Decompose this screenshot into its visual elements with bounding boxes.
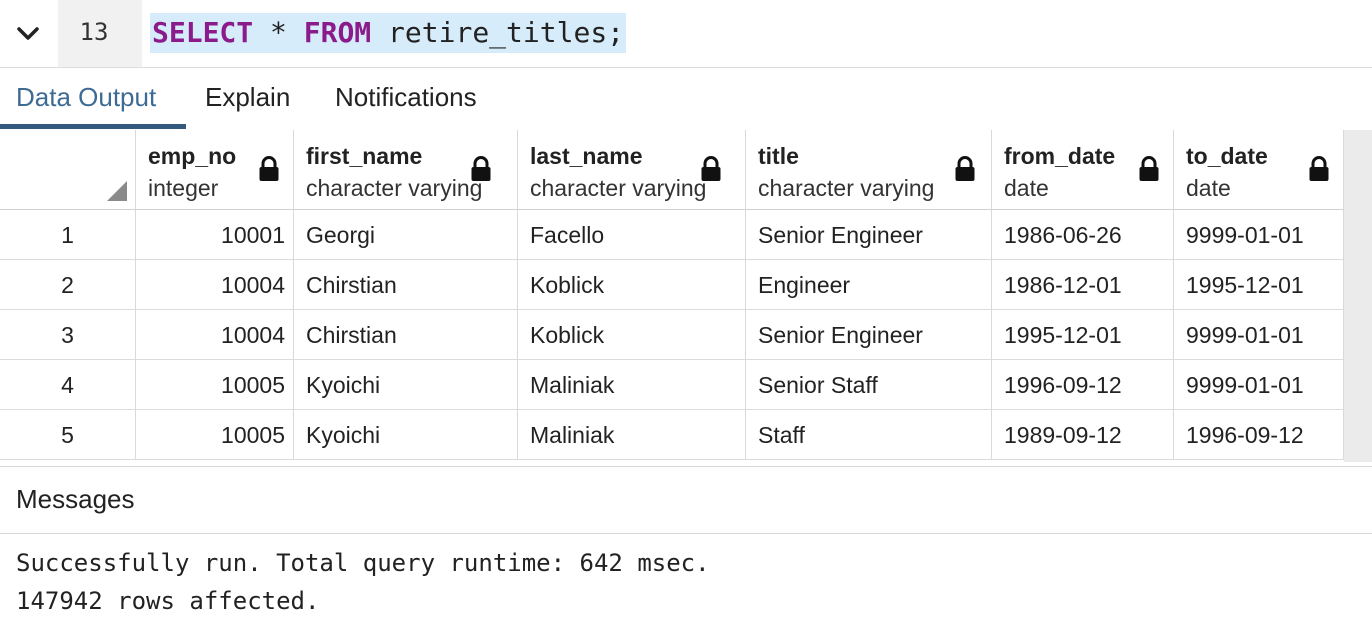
cell-to-date[interactable]: 9999-01-01 bbox=[1174, 360, 1344, 410]
column-header-emp-no[interactable]: emp_nointeger bbox=[136, 130, 294, 210]
sql-query-line[interactable]: SELECT * FROM retire_titles; bbox=[150, 13, 627, 53]
lock-icon bbox=[955, 156, 975, 181]
cell-to-date[interactable]: 1995-12-01 bbox=[1174, 260, 1344, 310]
messages-runtime-text: Successfully run. Total query runtime: 6… bbox=[16, 549, 710, 577]
cell-title[interactable]: Staff bbox=[746, 410, 992, 460]
lock-icon bbox=[1139, 156, 1159, 181]
column-type: integer bbox=[148, 175, 219, 201]
output-tabs: Data Output Explain Notifications bbox=[0, 68, 1372, 131]
active-tab-indicator bbox=[0, 124, 186, 129]
column-header-to-date[interactable]: to_datedate bbox=[1174, 130, 1344, 210]
messages-rows-affected-text: 147942 rows affected. bbox=[16, 587, 320, 615]
messages-divider bbox=[0, 466, 1372, 467]
cell-to-date[interactable]: 1996-09-12 bbox=[1174, 410, 1344, 460]
column-header-title[interactable]: title character varying bbox=[746, 130, 992, 210]
lock-icon bbox=[259, 156, 279, 181]
column-type: date bbox=[1004, 175, 1049, 201]
sql-table-name: retire_titles; bbox=[371, 16, 625, 49]
line-gutter: 13 bbox=[58, 0, 142, 67]
tab-notifications[interactable]: Notifications bbox=[335, 82, 477, 126]
cell-title[interactable]: Senior Staff bbox=[746, 360, 992, 410]
tab-data-output[interactable]: Data Output bbox=[16, 82, 156, 126]
messages-title: Messages bbox=[16, 484, 135, 514]
column-type: character varying bbox=[530, 175, 707, 201]
cell-from-date[interactable]: 1989-09-12 bbox=[992, 410, 1174, 460]
tab-explain[interactable]: Explain bbox=[205, 82, 290, 126]
query-editor[interactable]: 13 SELECT * FROM retire_titles; bbox=[0, 0, 1372, 68]
table-row[interactable]: 1 10001 Georgi Facello Senior Engineer 1986-0… bbox=[0, 210, 1344, 260]
messages-separator bbox=[0, 533, 1372, 534]
grid-scroll-gutter bbox=[1344, 210, 1372, 462]
table-row[interactable]: 4 10005 Kyoichi Maliniak Senior Staff 1996-09… bbox=[0, 360, 1344, 410]
row-number[interactable]: 2 bbox=[0, 260, 136, 310]
lock-icon bbox=[701, 156, 721, 181]
sql-keyword-select: SELECT bbox=[152, 16, 254, 49]
table-row[interactable]: 5 10005 Kyoichi Maliniak Staff 1989-09-12 1996… bbox=[0, 410, 1344, 460]
cell-last-name[interactable]: Facello bbox=[518, 210, 746, 260]
column-type: date bbox=[1186, 175, 1231, 201]
chevron-down-icon[interactable] bbox=[14, 20, 42, 48]
column-name: emp_no bbox=[148, 143, 237, 169]
table-row[interactable]: 2 10004 Chirstian Koblick Engineer 1986-12-01… bbox=[0, 260, 1344, 310]
cell-from-date[interactable]: 1986-12-01 bbox=[992, 260, 1174, 310]
column-type: character varying bbox=[758, 175, 935, 201]
grid-scroll-gutter-header bbox=[1344, 130, 1372, 210]
cell-emp-no[interactable]: 10004 bbox=[136, 260, 294, 310]
cell-last-name[interactable]: Koblick bbox=[518, 260, 746, 310]
lock-icon bbox=[1309, 156, 1329, 181]
cell-last-name[interactable]: Maliniak bbox=[518, 360, 746, 410]
cell-emp-no[interactable]: 10004 bbox=[136, 310, 294, 360]
cell-first-name[interactable]: Kyoichi bbox=[294, 410, 518, 460]
cell-first-name[interactable]: Chirstian bbox=[294, 260, 518, 310]
cell-title[interactable]: Senior Engineer bbox=[746, 310, 992, 360]
grid-corner[interactable] bbox=[0, 130, 136, 210]
column-header-from-date[interactable]: from_datedate bbox=[992, 130, 1174, 210]
cell-last-name[interactable]: Koblick bbox=[518, 310, 746, 360]
cell-first-name[interactable]: Georgi bbox=[294, 210, 518, 260]
row-number[interactable]: 3 bbox=[0, 310, 136, 360]
column-name: last_name bbox=[530, 143, 643, 169]
row-number[interactable]: 4 bbox=[0, 360, 136, 410]
cell-from-date[interactable]: 1986-06-26 bbox=[992, 210, 1174, 260]
cell-from-date[interactable]: 1995-12-01 bbox=[992, 310, 1174, 360]
cell-emp-no[interactable]: 10005 bbox=[136, 360, 294, 410]
cell-emp-no[interactable]: 10005 bbox=[136, 410, 294, 460]
column-name: from_date bbox=[1004, 143, 1116, 169]
line-number: 13 bbox=[79, 18, 109, 46]
lock-icon bbox=[471, 156, 491, 181]
select-all-icon bbox=[107, 181, 127, 201]
column-name: first_name bbox=[306, 143, 423, 169]
cell-title[interactable]: Engineer bbox=[746, 260, 992, 310]
column-type: character varying bbox=[306, 175, 483, 201]
column-header-first-name[interactable]: first_name character varying bbox=[294, 130, 518, 210]
row-number[interactable]: 1 bbox=[0, 210, 136, 260]
cell-to-date[interactable]: 9999-01-01 bbox=[1174, 210, 1344, 260]
sql-keyword-from: FROM bbox=[303, 16, 372, 49]
column-name: title bbox=[758, 143, 799, 169]
sql-star: * bbox=[253, 16, 304, 49]
cell-from-date[interactable]: 1996-09-12 bbox=[992, 360, 1174, 410]
cell-title[interactable]: Senior Engineer bbox=[746, 210, 992, 260]
cell-first-name[interactable]: Chirstian bbox=[294, 310, 518, 360]
row-number[interactable]: 5 bbox=[0, 410, 136, 460]
cell-to-date[interactable]: 9999-01-01 bbox=[1174, 310, 1344, 360]
cell-last-name[interactable]: Maliniak bbox=[518, 410, 746, 460]
column-name: to_date bbox=[1186, 143, 1268, 169]
cell-first-name[interactable]: Kyoichi bbox=[294, 360, 518, 410]
cell-emp-no[interactable]: 10001 bbox=[136, 210, 294, 260]
table-row[interactable]: 3 10004 Chirstian Koblick Senior Engineer 199… bbox=[0, 310, 1344, 360]
column-header-last-name[interactable]: last_name character varying bbox=[518, 130, 746, 210]
